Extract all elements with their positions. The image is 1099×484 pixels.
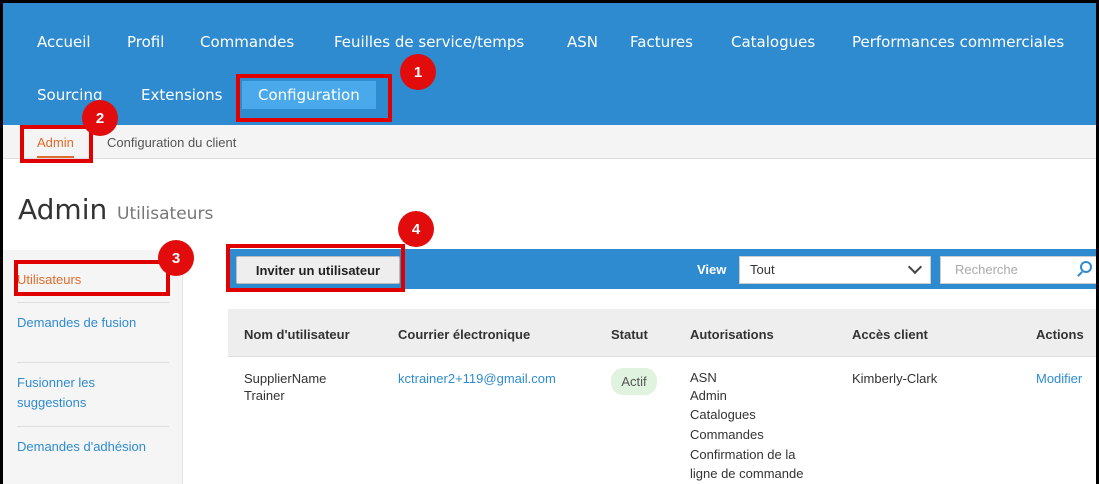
search-placeholder: Recherche <box>955 262 1018 277</box>
cell-email[interactable]: kctrainer2+119@gmail.com <box>398 370 556 387</box>
sidebar-divider <box>17 362 169 363</box>
sidebar-item-demandes-de-fusion[interactable]: Demandes de fusion <box>17 313 167 333</box>
sidebar-divider <box>17 302 169 303</box>
sidebar-divider <box>17 426 169 427</box>
column-header-actions[interactable]: Actions <box>1036 327 1084 342</box>
chevron-down-icon <box>907 259 923 275</box>
nav-asn[interactable]: ASN <box>567 33 598 51</box>
sub-navigation: Admin Configuration du client <box>3 125 1099 159</box>
search-icon[interactable] <box>1080 261 1092 273</box>
nav-factures[interactable]: Factures <box>630 33 693 51</box>
permission-item: Commandes <box>690 427 764 442</box>
column-header-permissions[interactable]: Autorisations <box>690 327 774 342</box>
annotation-highlight-admin <box>20 125 93 163</box>
nav-profil[interactable]: Profil <box>127 33 164 51</box>
users-table-header: Nom d'utilisateur Courrier électronique … <box>228 309 1099 357</box>
annotation-highlight-invite <box>226 244 405 292</box>
permission-item: ASN <box>690 370 717 385</box>
permission-item: Admin <box>690 388 727 403</box>
column-header-status[interactable]: Statut <box>611 327 648 342</box>
callout-step-2: 2 <box>82 100 118 136</box>
nav-commandes[interactable]: Commandes <box>200 33 294 51</box>
nav-feuilles-de-service[interactable]: Feuilles de service/temps <box>334 33 524 51</box>
callout-step-3: 3 <box>158 240 194 276</box>
edit-link[interactable]: Modifier <box>1036 370 1082 387</box>
cell-username: SupplierName Trainer <box>244 371 327 403</box>
page-subtitle: Utilisateurs <box>117 204 214 224</box>
view-select[interactable]: Tout <box>739 256 931 284</box>
nav-extensions[interactable]: Extensions <box>141 86 222 104</box>
top-navigation: Accueil Profil Commandes Feuilles de ser… <box>3 3 1099 125</box>
permission-item: ligne de commande <box>690 466 804 481</box>
cell-client-access: Kimberly-Clark <box>852 371 938 386</box>
column-header-email[interactable]: Courrier électronique <box>398 327 530 342</box>
subnav-client-config[interactable]: Configuration du client <box>107 135 236 150</box>
nav-accueil[interactable]: Accueil <box>37 33 91 51</box>
sidebar-item-fusionner-suggestions[interactable]: Fusionner les suggestions <box>17 373 167 413</box>
column-header-username[interactable]: Nom d'utilisateur <box>244 327 350 342</box>
nav-catalogues[interactable]: Catalogues <box>731 33 815 51</box>
column-header-client-access[interactable]: Accès client <box>852 327 928 342</box>
search-input[interactable]: Recherche <box>940 256 1099 284</box>
callout-step-4: 4 <box>398 211 434 247</box>
annotation-highlight-configuration <box>236 74 392 122</box>
nav-performances-commerciales[interactable]: Performances commerciales <box>852 33 1064 51</box>
view-select-value: Tout <box>750 262 775 277</box>
view-label: View <box>697 262 727 277</box>
annotation-highlight-utilisateurs <box>14 260 170 296</box>
sidebar-item-demandes-adhesion[interactable]: Demandes d'adhésion <box>17 437 167 457</box>
callout-step-1: 1 <box>400 54 436 90</box>
status-badge: Actif <box>611 368 657 395</box>
page-title: Admin <box>18 193 108 226</box>
permission-item: Catalogues <box>690 407 756 422</box>
permission-item: Confirmation de la <box>690 447 796 462</box>
